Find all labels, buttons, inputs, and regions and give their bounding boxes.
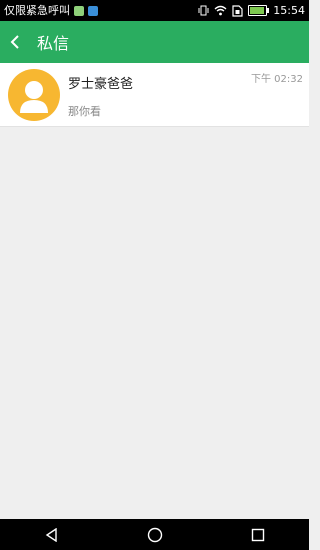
app-notification-icon bbox=[88, 5, 98, 16]
back-button[interactable] bbox=[2, 21, 28, 63]
status-bar: 仅限紧急呼叫 15:54 bbox=[0, 0, 309, 21]
page-title: 私信 bbox=[37, 34, 70, 53]
recents-square-icon bbox=[251, 528, 264, 541]
navigation-bar bbox=[0, 519, 309, 550]
battery-level bbox=[250, 7, 265, 14]
app-notification-icon bbox=[74, 5, 84, 16]
status-time: 15:54 bbox=[273, 4, 305, 17]
message-time: 下午 02:32 bbox=[251, 74, 303, 85]
status-right: 15:54 bbox=[198, 0, 305, 21]
person-icon bbox=[20, 81, 48, 113]
back-triangle-icon bbox=[45, 527, 57, 542]
carrier-text: 仅限紧急呼叫 bbox=[4, 4, 70, 17]
back-arrow-icon bbox=[10, 35, 19, 49]
nav-recents-button[interactable] bbox=[238, 519, 278, 550]
nav-home-button[interactable] bbox=[135, 519, 175, 550]
screen: 仅限紧急呼叫 15:54 私信 罗士豪爸爸 下午 02:32 那你看 bbox=[0, 0, 309, 550]
message-preview: 那你看 bbox=[68, 105, 101, 118]
app-bar: 私信 bbox=[0, 21, 309, 63]
battery-icon bbox=[248, 5, 270, 16]
status-left: 仅限紧急呼叫 bbox=[4, 0, 98, 21]
home-circle-icon bbox=[147, 527, 162, 542]
vibrate-icon bbox=[198, 5, 209, 16]
avatar bbox=[8, 69, 60, 121]
sim-icon bbox=[232, 4, 243, 17]
wifi-icon bbox=[214, 5, 227, 16]
list-item[interactable]: 罗士豪爸爸 下午 02:32 那你看 bbox=[0, 63, 309, 127]
sender-name: 罗士豪爸爸 bbox=[68, 77, 134, 92]
nav-back-button[interactable] bbox=[32, 519, 72, 550]
